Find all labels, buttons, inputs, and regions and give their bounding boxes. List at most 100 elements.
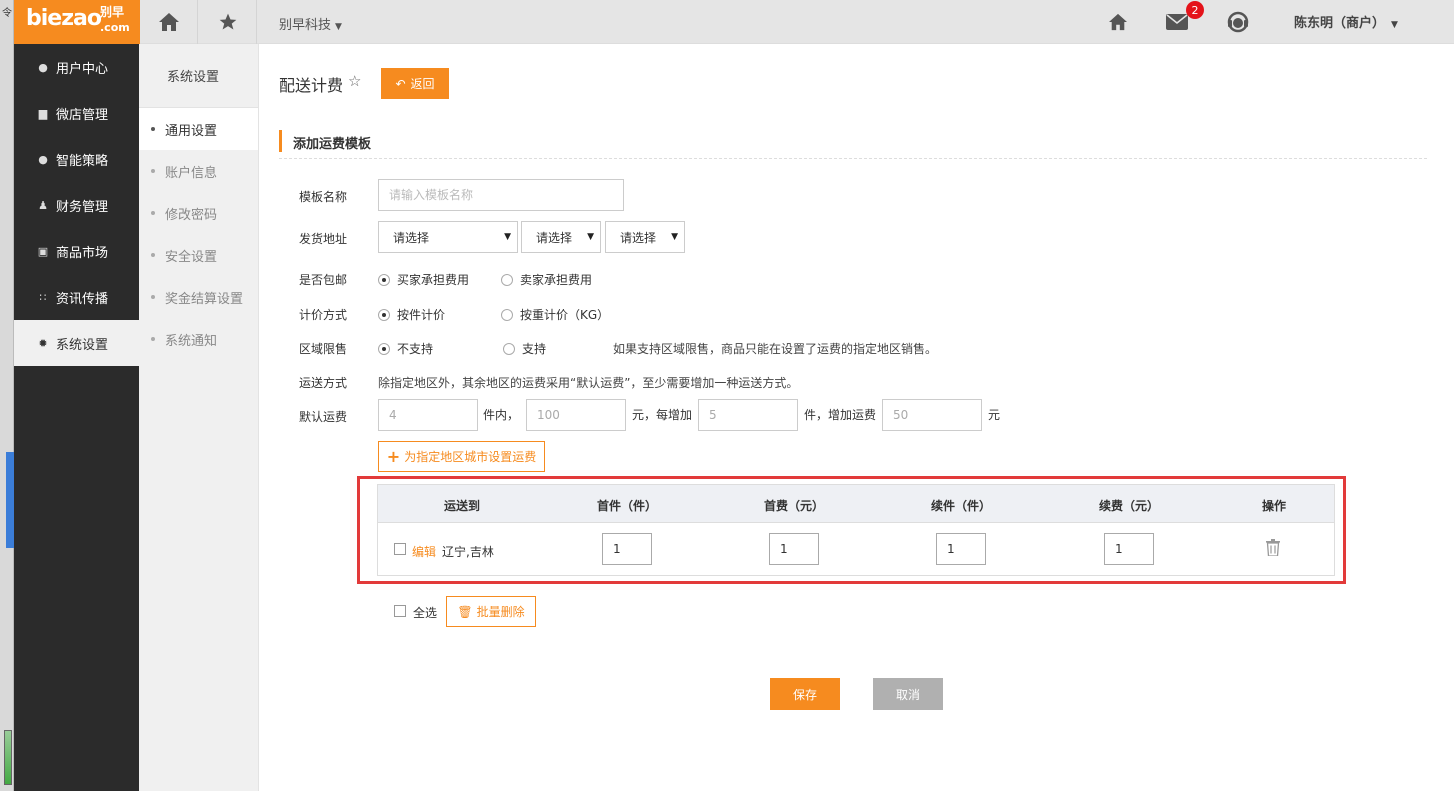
row-first-fee-input[interactable] (769, 533, 819, 565)
table-header: 运送到 首件（件） 首费（元） 续件（件） 续费（元） 操作 (378, 485, 1334, 523)
select-value: 请选择 (393, 230, 430, 245)
add-region-fee-button[interactable]: + 为指定地区城市设置运费 (378, 441, 545, 472)
district-select[interactable]: 请选择 ▼ (605, 221, 685, 253)
trash-icon: 🗑 (457, 604, 473, 619)
row-add-count-input[interactable] (936, 533, 986, 565)
trash-icon[interactable] (1266, 539, 1280, 556)
company-name: 别早科技 (279, 18, 332, 33)
money-bag-icon: ♟ (38, 198, 48, 212)
brand-logo[interactable]: biezao 别早 .com (14, 0, 140, 44)
method-hint: 除指定地区外，其余地区的运费采用“默认运费”，至少需要增加一种运送方式。 (378, 376, 799, 390)
radio-label: 买家承担费用 (397, 273, 470, 287)
home-icon (1109, 13, 1127, 31)
sidebar-item-strategy[interactable]: ● 智能策略 (14, 136, 139, 182)
select-all-checkbox[interactable] (394, 605, 406, 617)
store-icon: ▆ (38, 106, 48, 120)
sidebar-item-user-center[interactable]: ● 用户中心 (14, 44, 139, 90)
home-shortcut-button[interactable] (140, 0, 198, 44)
row-checkbox[interactable] (394, 543, 406, 555)
cancel-button[interactable]: 取消 (873, 678, 943, 710)
column-header: 续件（件） (930, 499, 992, 513)
subnav-item-password[interactable]: 修改密码 (139, 192, 258, 234)
sidebar-item-news[interactable]: ∷ 资讯传播 (14, 274, 139, 320)
settings-subnav: 系统设置 通用设置 账户信息 修改密码 安全设置 奖金结算设置 系统通知 (139, 44, 259, 791)
sidebar-item-market[interactable]: ▣ 商品市场 (14, 228, 139, 274)
edge-volume-meter (4, 730, 12, 785)
favorite-star-icon[interactable]: ☆ (348, 72, 361, 90)
section-header: 添加运费模板 (279, 128, 1427, 159)
unit-text: 元 (988, 408, 1001, 422)
sidebar-item-label: 用户中心 (56, 61, 109, 77)
address-label: 发货地址 (299, 232, 348, 246)
save-button[interactable]: 保存 (770, 678, 840, 710)
row-first-count-input[interactable] (602, 533, 652, 565)
row-add-fee-input[interactable] (1104, 533, 1154, 565)
select-value: 请选择 (620, 230, 657, 245)
city-select[interactable]: 请选择 ▼ (521, 221, 601, 253)
radio-label: 按件计价 (397, 308, 446, 322)
user-icon: ● (38, 60, 48, 74)
subnav-item-general[interactable]: 通用设置 (139, 108, 258, 150)
bullet-icon (151, 211, 155, 215)
edge-glyph: 令 (2, 8, 12, 19)
subnav-item-security[interactable]: 安全设置 (139, 234, 258, 276)
caret-down-icon: ▼ (671, 232, 678, 242)
home-button[interactable] (1105, 9, 1131, 35)
column-header: 续费（元） (1098, 499, 1160, 513)
subnav-label: 修改密码 (165, 207, 218, 223)
favorites-button[interactable] (199, 0, 257, 44)
pricing-label: 计价方式 (299, 308, 348, 322)
edge-scroll-tab[interactable] (6, 452, 14, 548)
page-title: 配送计费 (279, 76, 344, 95)
method-label: 运送方式 (299, 376, 348, 390)
bulk-delete-button[interactable]: 🗑 批量删除 (446, 596, 536, 627)
default-fee-label: 默认运费 (299, 410, 348, 424)
company-switcher[interactable]: 别早科技 ▼ (279, 14, 342, 33)
radio-seller-pays[interactable]: 卖家承担费用 (501, 271, 592, 288)
radio-per-weight[interactable]: 按重计价（KG） (501, 306, 609, 323)
add-count-input[interactable] (698, 399, 798, 431)
caret-down-icon: ▼ (335, 22, 342, 32)
bomb-icon: ● (38, 152, 48, 166)
picture-icon: ▣ (37, 244, 49, 258)
sidebar-item-label: 智能策略 (56, 153, 109, 169)
section-title: 添加运费模板 (293, 137, 372, 152)
screen-edge: 令 (0, 0, 14, 791)
back-label: 返回 (410, 77, 435, 91)
main-sidebar: ● 用户中心 ▆ 微店管理 ● 智能策略 ♟ 财务管理 ▣ 商品市场 ∷ 资讯传播 ✹ 系统设… (14, 44, 139, 791)
first-fee-input[interactable] (526, 399, 626, 431)
subnav-item-bonus[interactable]: 奖金结算设置 (139, 276, 258, 318)
user-name: 陈东明（商户） (1294, 16, 1386, 31)
support-button[interactable] (1225, 9, 1251, 35)
first-count-input[interactable] (378, 399, 478, 431)
sidebar-item-finance[interactable]: ♟ 财务管理 (14, 182, 139, 228)
back-button[interactable]: ↶ 返回 (381, 68, 449, 99)
logo-com: .com (100, 21, 130, 34)
radio-per-piece[interactable]: 按件计价 (378, 306, 445, 323)
subnav-item-notice[interactable]: 系统通知 (139, 318, 258, 360)
table-row: 编辑 辽宁,吉林 (378, 523, 1334, 575)
caret-down-icon: ▼ (587, 232, 594, 242)
sidebar-item-label: 系统设置 (56, 337, 109, 353)
template-name-input[interactable] (378, 179, 624, 211)
caret-down-icon: ▼ (504, 232, 511, 242)
sidebar-item-label: 微店管理 (56, 107, 109, 123)
bullet-icon (151, 169, 155, 173)
province-select[interactable]: 请选择 ▼ (378, 221, 518, 253)
add-fee-input[interactable] (882, 399, 982, 431)
sidebar-item-settings[interactable]: ✹ 系统设置 (14, 320, 139, 366)
bullet-icon (151, 127, 155, 131)
radio-checked-icon (378, 342, 390, 355)
bullet-icon (151, 295, 155, 299)
sidebar-item-store[interactable]: ▆ 微店管理 (14, 90, 139, 136)
user-menu[interactable]: 陈东明（商户） ▼ (1294, 12, 1398, 31)
radio-supported[interactable]: 支持 (503, 340, 546, 357)
radio-not-supported[interactable]: 不支持 (378, 340, 433, 357)
radio-unchecked-icon (501, 273, 513, 286)
row-region: 辽宁,吉林 (442, 545, 494, 559)
free-shipping-label: 是否包邮 (299, 273, 348, 287)
message-count-badge: 2 (1186, 1, 1204, 19)
subnav-item-account[interactable]: 账户信息 (139, 150, 258, 192)
radio-buyer-pays[interactable]: 买家承担费用 (378, 271, 469, 288)
row-edit-link[interactable]: 编辑 (412, 543, 436, 560)
